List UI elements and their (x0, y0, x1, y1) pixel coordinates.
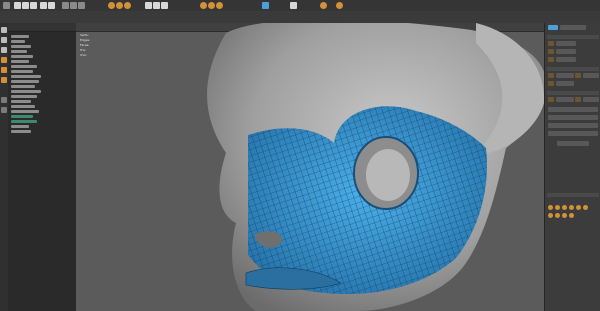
tool-icon[interactable] (548, 213, 553, 218)
tool-icon[interactable] (569, 213, 574, 218)
tool-icon[interactable] (569, 205, 574, 210)
modeling-toolkit-panel (544, 23, 600, 311)
slider-field[interactable] (548, 115, 598, 120)
bevel-icon[interactable] (575, 97, 581, 102)
slider-field[interactable] (548, 107, 598, 112)
toolkit-header-field[interactable] (560, 25, 586, 30)
vertex-mode-button[interactable] (556, 41, 576, 46)
outliner-item[interactable] (11, 70, 33, 73)
extrude-button[interactable] (556, 97, 574, 102)
rotate-tool-icon[interactable] (1, 67, 7, 73)
outliner-item[interactable] (11, 45, 31, 48)
undo-icon[interactable] (40, 2, 47, 9)
outliner-item[interactable] (11, 95, 37, 98)
outliner-item[interactable] (11, 90, 41, 93)
section-mesh[interactable] (547, 91, 599, 95)
display-icon[interactable] (290, 2, 297, 9)
face-mode-icon[interactable] (548, 57, 554, 62)
extrude-icon[interactable] (548, 97, 554, 102)
render-settings-icon[interactable] (216, 2, 223, 9)
select-icon[interactable] (62, 2, 69, 9)
paint-select-icon[interactable] (78, 2, 85, 9)
outliner-item[interactable] (11, 55, 33, 58)
scale-tool-icon[interactable] (1, 77, 7, 83)
paint-tool-icon[interactable] (1, 47, 7, 53)
slider-field[interactable] (548, 131, 598, 136)
scale-icon[interactable] (124, 2, 131, 9)
save-scene-icon[interactable] (30, 2, 37, 9)
layout-icon[interactable] (1, 97, 7, 103)
outliner-item[interactable] (11, 130, 31, 133)
outliner-item[interactable] (11, 80, 39, 83)
outliner-item[interactable] (11, 75, 41, 78)
reflect-icon[interactable] (548, 81, 554, 86)
outliner-item[interactable] (11, 105, 35, 108)
viewport-3d[interactable]: Verts: Edges: Faces: Tris: UVs: (76, 23, 544, 311)
slider-field[interactable] (548, 123, 598, 128)
layout-icon[interactable] (1, 107, 7, 113)
outliner-item-selected[interactable] (11, 120, 37, 123)
edge-mode-icon[interactable] (548, 49, 554, 54)
tool-icon[interactable] (562, 213, 567, 218)
outliner-item[interactable] (11, 100, 31, 103)
symmetry-icon[interactable] (575, 73, 581, 78)
tool-icon[interactable] (555, 213, 560, 218)
apply-button[interactable] (557, 141, 589, 146)
select-tool-icon[interactable] (1, 27, 7, 33)
ipr-icon[interactable] (208, 2, 215, 9)
move-icon[interactable] (108, 2, 115, 9)
outliner-panel (8, 23, 77, 311)
snap-point-icon[interactable] (161, 2, 168, 9)
tool-icon[interactable] (548, 205, 553, 210)
outliner-item[interactable] (11, 65, 37, 68)
outliner-item[interactable] (11, 110, 39, 113)
camera-icon[interactable] (262, 2, 269, 9)
symmetry-button[interactable] (583, 73, 599, 78)
render-icon[interactable] (200, 2, 207, 9)
new-scene-icon[interactable] (14, 2, 21, 9)
bevel-button[interactable] (583, 97, 599, 102)
tool-icon[interactable] (583, 205, 588, 210)
menu-set-icon[interactable] (3, 2, 10, 9)
lighting-icon[interactable] (320, 2, 327, 9)
tool-icon[interactable] (555, 205, 560, 210)
outliner-item[interactable] (11, 125, 29, 128)
face-mode-button[interactable] (556, 57, 576, 62)
reflect-button[interactable] (556, 81, 574, 86)
lasso-icon[interactable] (70, 2, 77, 9)
toolkit-tab[interactable] (548, 25, 558, 30)
snap-grid-icon[interactable] (145, 2, 152, 9)
outliner-item[interactable] (11, 35, 29, 38)
head-mesh-render (207, 23, 544, 311)
open-scene-icon[interactable] (22, 2, 29, 9)
soft-select-icon[interactable] (548, 73, 554, 78)
outliner-item[interactable] (11, 85, 35, 88)
tool-icon[interactable] (576, 205, 581, 210)
edge-mode-button[interactable] (556, 49, 576, 54)
outliner-item[interactable] (11, 50, 27, 53)
outliner-item-selected[interactable] (11, 115, 33, 118)
soft-select-button[interactable] (556, 73, 574, 78)
tool-icon[interactable] (562, 205, 567, 210)
snap-curve-icon[interactable] (153, 2, 160, 9)
redo-icon[interactable] (48, 2, 55, 9)
texture-icon[interactable] (336, 2, 343, 9)
section-selection[interactable] (547, 35, 599, 39)
section-tools[interactable] (547, 193, 599, 197)
outliner-item[interactable] (11, 60, 29, 63)
outliner-item[interactable] (11, 40, 25, 43)
rotate-icon[interactable] (116, 2, 123, 9)
vertex-mode-icon[interactable] (548, 41, 554, 46)
lasso-tool-icon[interactable] (1, 37, 7, 43)
move-tool-icon[interactable] (1, 57, 7, 63)
section-components[interactable] (547, 67, 599, 71)
outliner-header (8, 23, 76, 32)
